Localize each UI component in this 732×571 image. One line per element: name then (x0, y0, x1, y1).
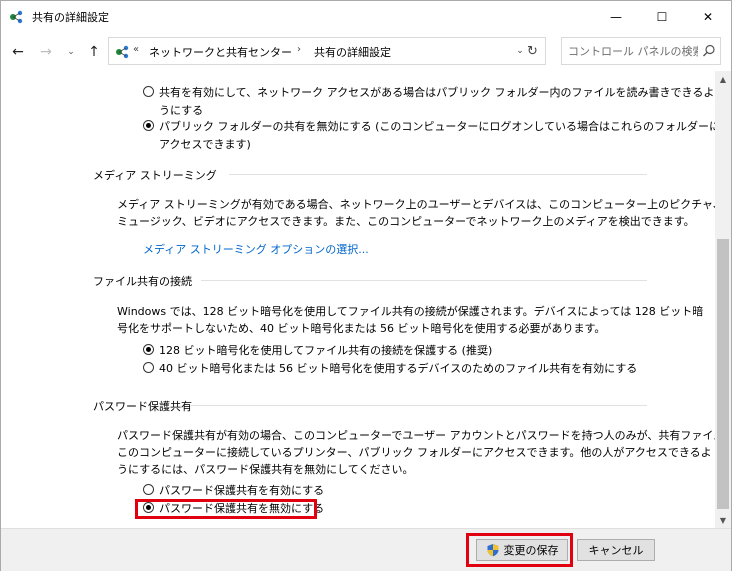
section-heading-file-sharing: ファイル共有の接続 (93, 275, 192, 288)
description-line: うにするには、パスワード保護共有を無効にしてください。 (117, 463, 414, 476)
breadcrumb-network-center[interactable]: ネットワークと共有センター (149, 44, 292, 60)
refresh-icon: ↻ (527, 43, 538, 59)
description-line: メディア ストリーミングが有効である場合、ネットワーク上のユーザーとデバイスは、… (117, 198, 715, 211)
search-box[interactable] (561, 37, 721, 65)
caret-up-icon: ▲ (719, 74, 727, 84)
radio-label: パブリック フォルダーの共有を無効にする (このコンピューターにログオンしている… (159, 120, 715, 133)
radio-button[interactable] (143, 86, 154, 97)
network-icon (116, 45, 129, 59)
network-icon (10, 10, 23, 24)
section-divider (191, 405, 647, 406)
vertical-scrollbar[interactable]: ▲ ▼ (715, 71, 731, 528)
radio-button[interactable] (143, 120, 154, 131)
description-line: ミュージック、ビデオにアクセスできます。また、このコンピューターでネットワーク上… (117, 215, 695, 228)
maximize-button[interactable]: ☐ (639, 1, 685, 32)
up-button[interactable]: ↑ (85, 42, 103, 62)
recent-locations-button[interactable]: ⌄ (63, 42, 79, 62)
section-heading-password-sharing: パスワード保護共有 (93, 400, 192, 413)
close-button[interactable]: ✕ (685, 1, 731, 32)
media-streaming-options-link[interactable]: メディア ストリーミング オプションの選択... (143, 241, 369, 257)
search-icon[interactable] (702, 44, 716, 58)
scroll-up-button[interactable]: ▲ (715, 71, 731, 87)
caret-down-icon: ▼ (719, 515, 727, 525)
radio-enable-public-folder[interactable]: 共有を有効にして、ネットワーク アクセスがある場合はパブリック フォルダー内のフ… (143, 84, 714, 120)
radio-label: 128 ビット暗号化を使用してファイル共有の接続を保護する (推奨) (159, 344, 493, 357)
radio-label: アクセスできます) (159, 138, 251, 151)
scroll-down-button[interactable]: ▼ (715, 512, 731, 528)
address-bar[interactable]: « ネットワークと共有センター › 共有の詳細設定 ⌄ (108, 37, 546, 65)
description-line: Windows では、128 ビット暗号化を使用してファイル共有の接続が保護され… (117, 305, 704, 318)
arrow-right-icon: → (40, 44, 52, 60)
settings-content: 共有を有効にして、ネットワーク アクセスがある場合はパブリック フォルダー内のフ… (1, 71, 715, 528)
description-line: パスワード保護共有が有効の場合、このコンピューターでユーザー アカウントとパスワ… (117, 429, 715, 442)
radio-label: パスワード保護共有を有効にする (159, 484, 325, 497)
radio-label: 40 ビット暗号化または 56 ビット暗号化を使用するデバイスのためのファイル共… (159, 362, 638, 375)
section-divider (229, 174, 647, 175)
password-sharing-description: パスワード保護共有が有効の場合、このコンピューターでユーザー アカウントとパスワ… (117, 427, 715, 478)
refresh-button[interactable]: ↻ (520, 37, 546, 65)
description-line: 号化をサポートしないため、40 ビット暗号化または 56 ビット暗号化を使用する… (117, 322, 606, 335)
radio-disable-public-folder[interactable]: パブリック フォルダーの共有を無効にする (このコンピューターにログオンしている… (143, 118, 715, 154)
description-line: このコンピューターに接続しているプリンター、パブリック フォルダーにアクセスでき… (117, 446, 712, 459)
maximize-icon: ☐ (656, 9, 668, 24)
overflow-chevron-icon[interactable]: « (133, 44, 139, 55)
cancel-button[interactable]: キャンセル (577, 539, 655, 561)
radio-128bit-encryption[interactable]: 128 ビット暗号化を使用してファイル共有の接続を保護する (推奨) (143, 342, 492, 360)
navigation-bar: ← → ⌄ ↑ « ネットワークと共有センター › 共有の詳細設定 ⌄ ↻ (1, 35, 731, 68)
section-divider (201, 280, 647, 281)
radio-button[interactable] (143, 362, 154, 373)
chevron-down-icon: ⌄ (67, 47, 75, 57)
minimize-button[interactable]: — (593, 1, 639, 32)
search-input[interactable] (568, 43, 698, 59)
radio-label: 共有を有効にして、ネットワーク アクセスがある場合はパブリック フォルダー内のフ… (159, 86, 715, 99)
breadcrumb-separator-icon[interactable]: › (297, 44, 301, 55)
minimize-icon: — (610, 9, 622, 24)
breadcrumb-advanced-sharing[interactable]: 共有の詳細設定 (314, 44, 391, 60)
highlight-box (466, 533, 573, 567)
scrollbar-thumb[interactable] (717, 239, 729, 509)
title-bar: 共有の詳細設定 — ☐ ✕ (1, 1, 731, 32)
section-heading-media-streaming: メディア ストリーミング (93, 169, 217, 182)
button-bar: 変更の保存 キャンセル (1, 528, 731, 571)
file-sharing-description: Windows では、128 ビット暗号化を使用してファイル共有の接続が保護され… (117, 303, 704, 337)
back-button[interactable]: ← (7, 42, 29, 62)
cancel-button-label: キャンセル (588, 544, 644, 557)
window: 共有の詳細設定 — ☐ ✕ ← → ⌄ ↑ « ネットワークと共有センター › … (0, 0, 732, 571)
window-title: 共有の詳細設定 (32, 11, 109, 24)
radio-button[interactable] (143, 484, 154, 495)
media-streaming-description: メディア ストリーミングが有効である場合、ネットワーク上のユーザーとデバイスは、… (117, 196, 715, 230)
forward-button[interactable]: → (35, 42, 57, 62)
arrow-up-icon: ↑ (88, 44, 100, 60)
radio-button[interactable] (143, 344, 154, 355)
highlight-box (135, 499, 317, 519)
close-icon: ✕ (702, 9, 714, 24)
radio-40-56bit-encryption[interactable]: 40 ビット暗号化または 56 ビット暗号化を使用するデバイスのためのファイル共… (143, 360, 637, 378)
arrow-left-icon: ← (12, 44, 24, 60)
radio-enable-password-sharing[interactable]: パスワード保護共有を有効にする (143, 482, 324, 500)
